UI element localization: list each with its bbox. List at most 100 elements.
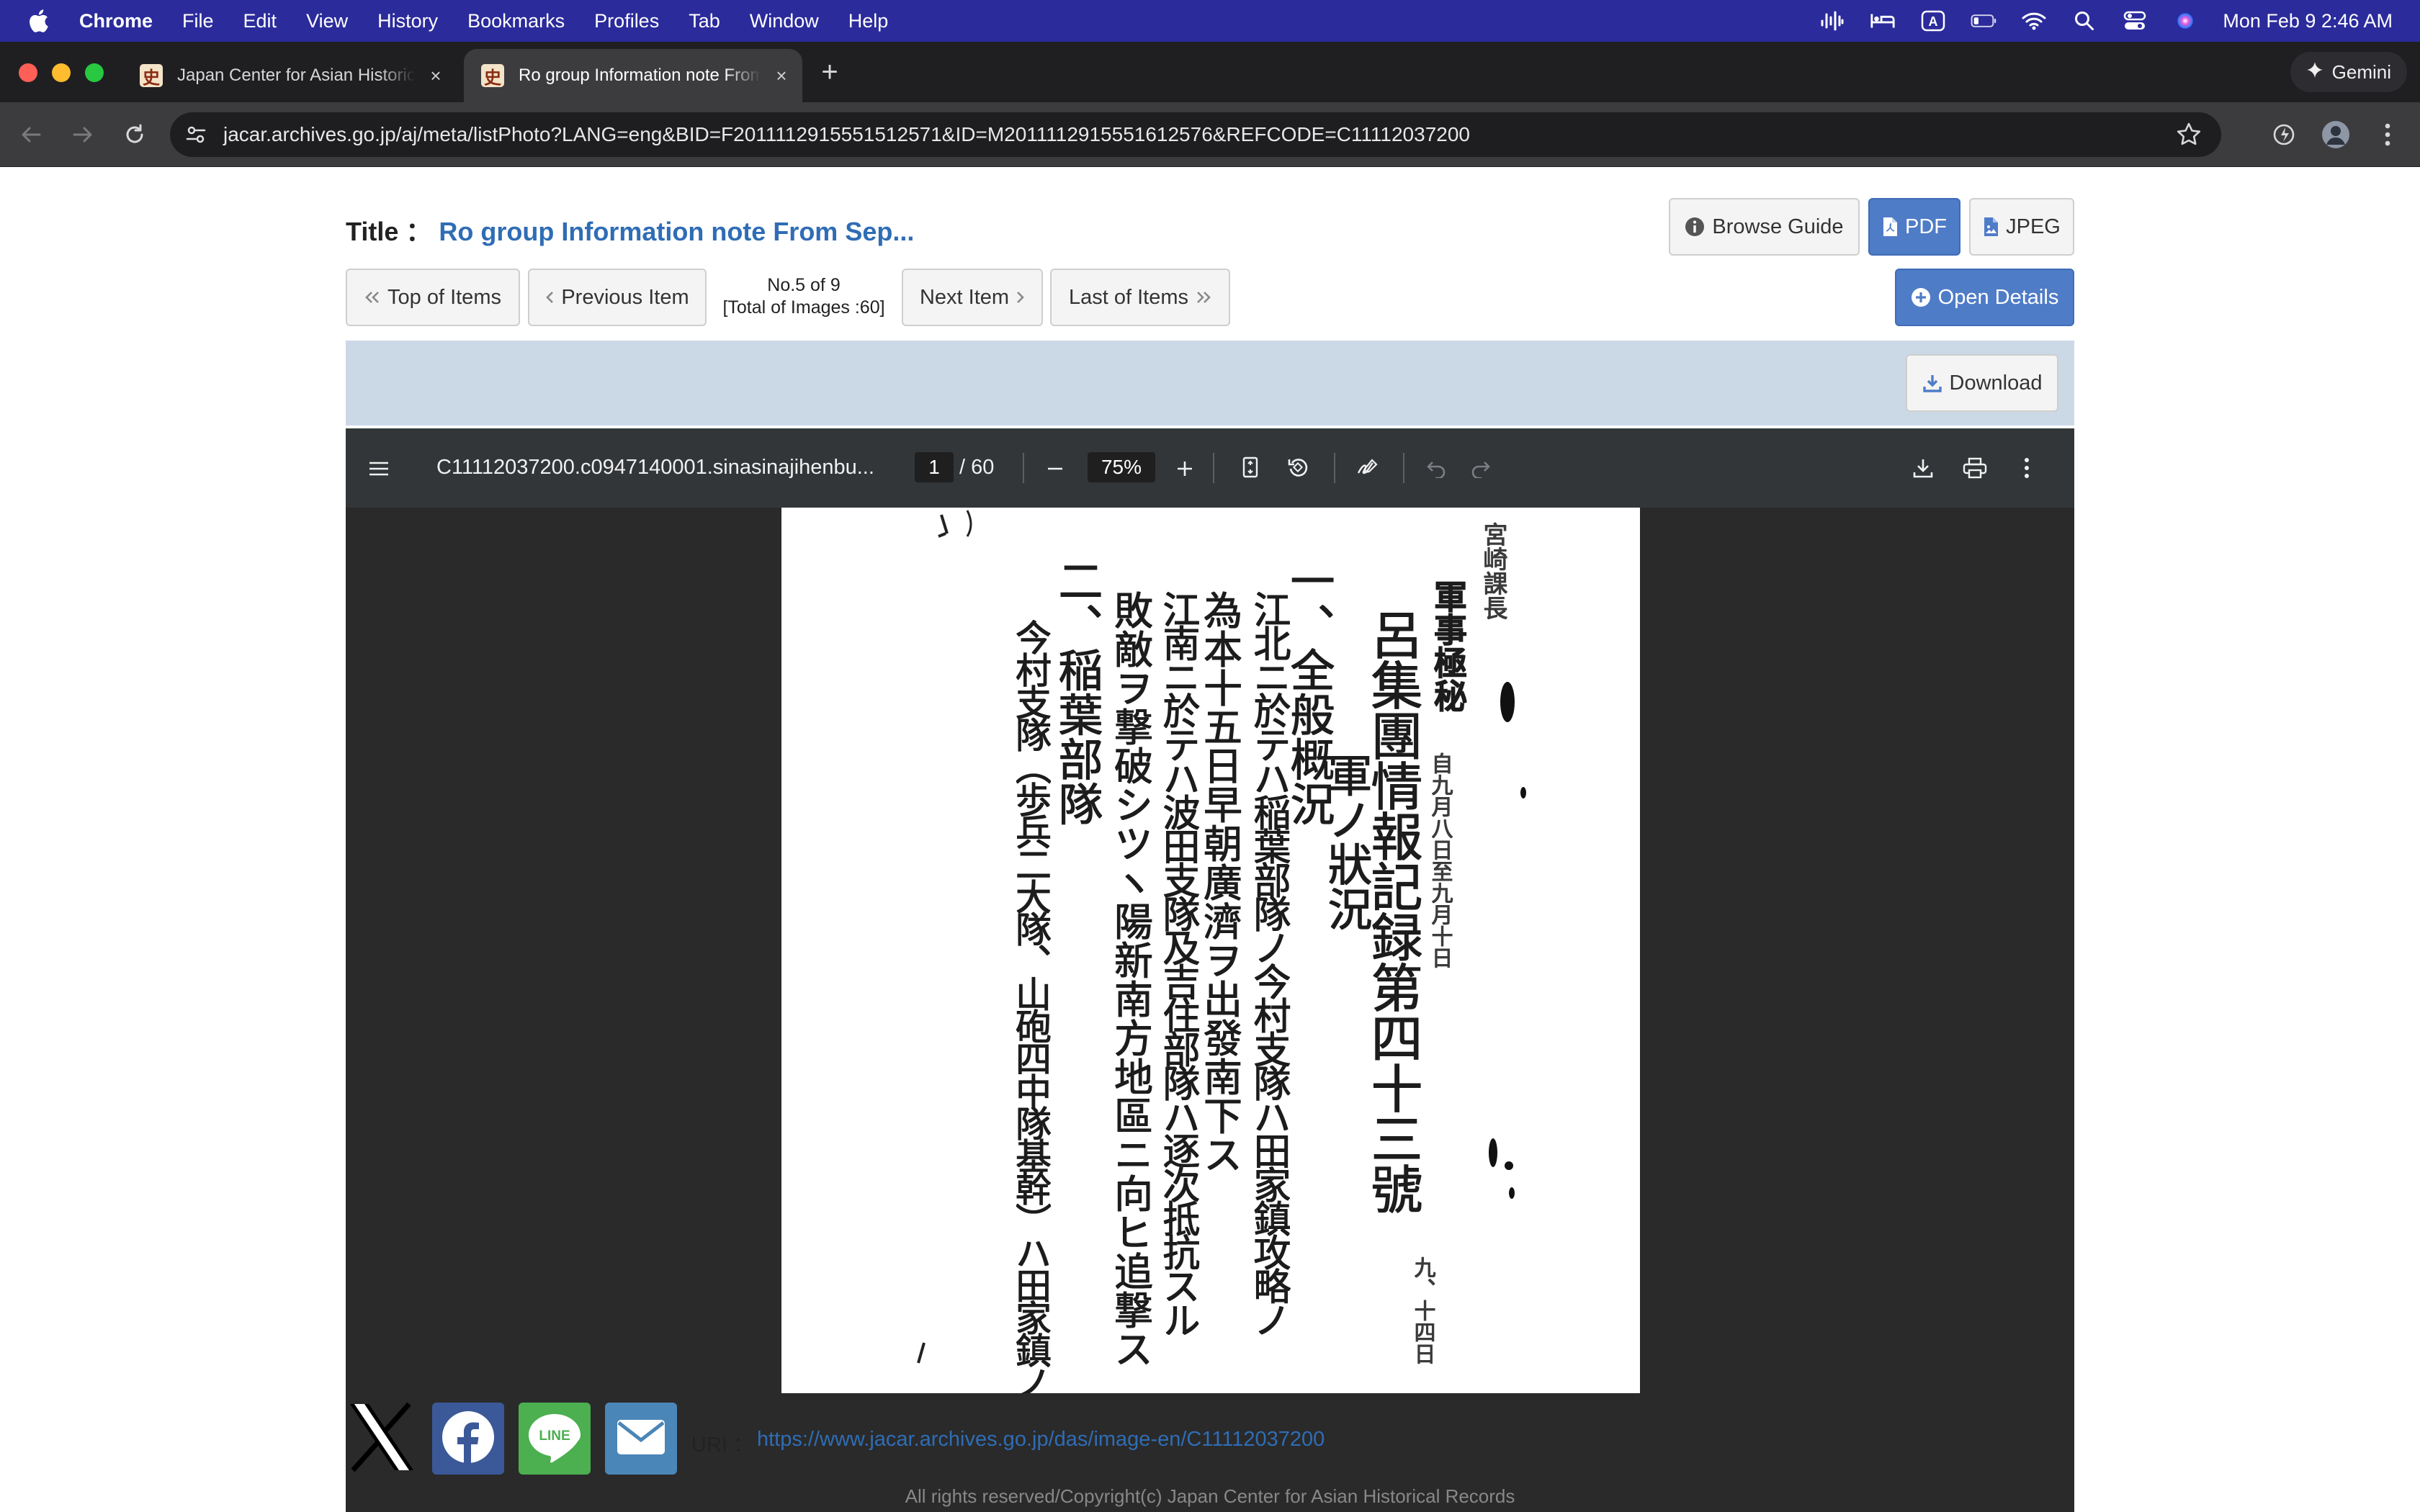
info-icon [1685, 217, 1705, 237]
double-chevron-left-icon [364, 290, 380, 305]
svg-text:A: A [1929, 14, 1938, 29]
minimize-window-button[interactable] [52, 63, 71, 82]
chevron-right-icon [1016, 290, 1025, 305]
undo-icon[interactable] [1422, 454, 1451, 483]
tab-ro-group-note[interactable]: 史 Ro group Information note From Septemb… [464, 49, 802, 102]
previous-item-button[interactable]: Previous Item [528, 269, 707, 326]
address-bar[interactable]: jacar.archives.go.jp/aj/meta/listPhoto?L… [170, 112, 2221, 157]
pdf-page-total: / 60 [959, 456, 995, 479]
input-source-icon[interactable]: A [1920, 10, 1946, 32]
menu-tab[interactable]: Tab [689, 10, 720, 32]
maximize-window-button[interactable] [85, 63, 104, 82]
item-title-row: Title： Ro group Information note From Sep… [346, 211, 914, 248]
menu-clock[interactable]: Mon Feb 9 2:46 AM [2223, 10, 2393, 32]
print-icon[interactable] [1960, 454, 1989, 482]
permalink-uri-link[interactable]: https://www.jacar.archives.go.jp/das/ima… [757, 1428, 1325, 1452]
control-center-icon[interactable] [2122, 10, 2148, 32]
menu-profiles[interactable]: Profiles [594, 10, 659, 32]
status-area: A Mon Feb 9 2:46 AM [1819, 0, 2393, 42]
item-position-text: No.5 of 9 [767, 275, 841, 295]
battery-icon[interactable] [1971, 10, 1996, 32]
download-button[interactable]: Download [1906, 354, 2058, 412]
profile-avatar[interactable] [2319, 118, 2352, 151]
title-colon: ： [405, 217, 432, 246]
toolbar-divider [1023, 453, 1024, 483]
doc-col-11: 今村支隊（歩兵二大隊、山砲四中隊基幹）ハ田家鎮ノ [1010, 619, 1052, 1393]
previous-item-label: Previous Item [561, 285, 689, 309]
pdf-page-number-input[interactable] [915, 452, 954, 482]
doc-col-note-date: 九、十四日 [1410, 1256, 1435, 1364]
menu-bookmarks[interactable]: Bookmarks [467, 10, 565, 32]
chrome-menu-icon[interactable] [2371, 118, 2404, 151]
download-icon [1922, 373, 1942, 393]
browse-guide-button[interactable]: Browse Guide [1669, 198, 1860, 256]
menu-file[interactable]: File [182, 10, 214, 32]
toolbar-divider [1213, 453, 1214, 483]
chevron-left-icon [545, 290, 554, 305]
open-details-label: Open Details [1937, 285, 2059, 309]
extensions-icon[interactable] [2267, 118, 2300, 151]
site-settings-icon[interactable] [182, 120, 210, 149]
browser-tab-strip: 史 Japan Center for Asian Historical Reco… [0, 42, 2420, 102]
sparkle-icon [2306, 61, 2323, 84]
reload-icon[interactable] [118, 118, 151, 151]
item-title-link[interactable]: Ro group Information note From Sep... [439, 217, 914, 246]
doc-col-8: 江南ニ於テハ波田支隊及吉住部隊ハ逐次抵抗スル [1156, 590, 1199, 1335]
title-label: Title [346, 217, 399, 246]
redo-icon[interactable] [1466, 454, 1495, 483]
share-facebook-button[interactable] [432, 1403, 504, 1475]
close-window-button[interactable] [19, 63, 37, 82]
tab-jacar-home[interactable]: 史 Japan Center for Asian Historical Reco… [122, 49, 457, 102]
x-logo-icon [346, 1401, 418, 1477]
fit-to-page-icon[interactable] [1236, 453, 1265, 482]
new-tab-plus-icon[interactable]: + [815, 58, 844, 86]
line-logo-icon: LINE [526, 1410, 583, 1468]
pdf-download-icon[interactable] [1909, 454, 1937, 482]
pdf-zoom-input[interactable] [1088, 452, 1155, 482]
wifi-icon[interactable] [2021, 10, 2047, 32]
pdf-more-options-icon[interactable] [2012, 454, 2041, 482]
close-tab-icon[interactable]: × [425, 65, 447, 86]
item-counter: No.5 of 9 [Total of Images :60] [713, 274, 895, 319]
menu-view[interactable]: View [306, 10, 348, 32]
menu-help[interactable]: Help [848, 10, 889, 32]
menu-history[interactable]: History [377, 10, 438, 32]
facebook-logo-icon [441, 1410, 496, 1468]
bed-icon[interactable] [1870, 10, 1896, 32]
apple-icon[interactable] [27, 8, 53, 34]
zoom-out-icon[interactable] [1041, 454, 1070, 483]
close-tab-icon[interactable]: × [771, 65, 792, 86]
forward-arrow-icon[interactable] [66, 118, 99, 151]
pdf-filename: C11112037200.c0947140001.sinasinajihenbu… [436, 456, 874, 479]
double-chevron-right-icon [1196, 290, 1211, 305]
menu-edit[interactable]: Edit [243, 10, 277, 32]
open-details-button[interactable]: Open Details [1895, 269, 2074, 326]
zoom-in-icon[interactable] [1170, 454, 1199, 483]
rotate-icon[interactable] [1283, 453, 1312, 482]
menu-window[interactable]: Window [750, 10, 819, 32]
doc-col-7: 為本十五日早朝廣濟ヲ出發南下ス [1197, 590, 1242, 1174]
pdf-button[interactable]: PDF [1868, 198, 1960, 256]
scanned-document-page: 宮崎課長 軍事極秘 呂集團情報記録第四十三號 自九月八日至九月十日 九、十四日 … [781, 508, 1640, 1393]
share-email-button[interactable] [605, 1403, 677, 1475]
doc-col-general: 一、全般概況 [1283, 558, 1335, 826]
next-item-button[interactable]: Next Item [902, 269, 1043, 326]
top-of-items-button[interactable]: Top of Items [346, 269, 520, 326]
spotlight-search-icon[interactable] [2071, 10, 2097, 32]
pdf-label: PDF [1905, 215, 1947, 238]
share-x-button[interactable] [346, 1401, 418, 1477]
gemini-button[interactable]: Gemini [2290, 52, 2407, 92]
pdf-menu-icon[interactable] [364, 454, 393, 483]
annotate-pen-icon[interactable] [1354, 453, 1383, 482]
audio-wave-icon[interactable] [1819, 10, 1845, 32]
siri-icon[interactable] [2172, 10, 2198, 32]
share-line-button[interactable]: LINE [519, 1403, 591, 1475]
jpeg-label: JPEG [2006, 215, 2061, 238]
back-arrow-icon[interactable] [14, 118, 48, 151]
last-of-items-button[interactable]: Last of Items [1050, 269, 1230, 326]
jpeg-button[interactable]: JPEG [1969, 198, 2074, 256]
menu-app-name[interactable]: Chrome [79, 10, 153, 32]
copyright-footer: All rights reserved/Copyright(c) Japan C… [905, 1485, 1515, 1507]
bookmark-star-icon[interactable] [2175, 121, 2202, 148]
address-url-text[interactable]: jacar.archives.go.jp/aj/meta/listPhoto?L… [223, 123, 1470, 146]
